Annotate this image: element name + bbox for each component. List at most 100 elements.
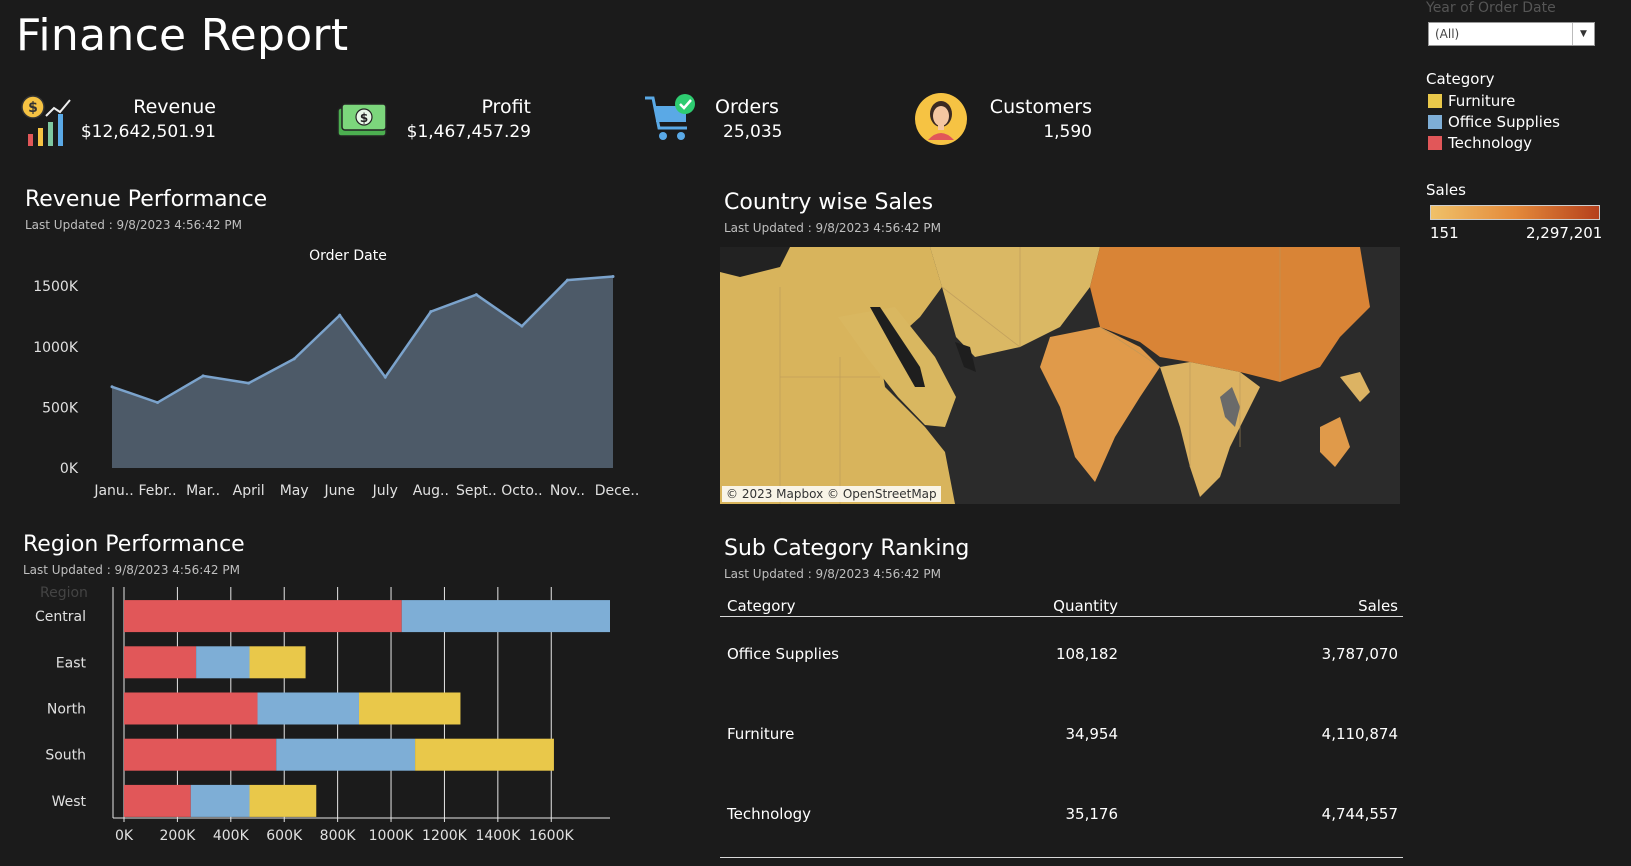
table-row[interactable]: Technology 35,176 4,744,557 — [720, 805, 1403, 829]
x-tick-label: May — [280, 483, 309, 499]
kpi-orders-value: 25,035 — [723, 122, 783, 142]
category-legend-title: Category — [1426, 70, 1495, 88]
legend-item-furniture[interactable]: Furniture — [1428, 92, 1515, 110]
kpi-customers: Customers 1,590 — [914, 92, 1092, 152]
col-header-sales[interactable]: Sales — [1280, 597, 1398, 615]
category-label: East — [56, 655, 87, 671]
x-tick-label: 400K — [213, 828, 250, 844]
y-tick-label: 0K — [60, 461, 79, 477]
y-tick-label: 1500K — [33, 279, 79, 295]
legend-item-technology[interactable]: Technology — [1428, 134, 1532, 152]
col-header-category[interactable]: Category — [727, 597, 796, 615]
region-axis-title: Region — [40, 585, 88, 601]
subcat-last-updated: Last Updated : 9/8/2023 4:56:42 PM — [724, 567, 941, 581]
bar-segment — [401, 600, 610, 633]
shopping-cart-icon — [645, 94, 695, 140]
row-category: Furniture — [727, 725, 795, 743]
map-section-title: Country wise Sales — [724, 190, 934, 215]
bar-segment — [124, 646, 197, 679]
revenue-point — [338, 313, 342, 317]
subcat-section-title: Sub Category Ranking — [724, 536, 970, 561]
revenue-point — [429, 310, 433, 314]
bar-segment — [190, 784, 250, 817]
revenue-area-fill — [112, 276, 613, 468]
revenue-point — [383, 375, 387, 379]
revenue-point — [292, 357, 296, 361]
region-bar-chart: Region 0K 200K 400K 600K 800K 1000K 1200K 1400K 1… — [35, 585, 610, 844]
table-row[interactable]: Office Supplies 108,182 3,787,070 — [720, 645, 1403, 669]
svg-text:$: $ — [360, 111, 368, 125]
x-tick-label: 1000K — [369, 828, 415, 844]
subcat-table: Category Quantity Sales Office Supplies … — [720, 595, 1403, 860]
legend-label: Office Supplies — [1448, 113, 1561, 131]
chevron-down-icon[interactable]: ▼ — [1572, 23, 1594, 45]
row-category: Technology — [727, 805, 812, 823]
category-label: North — [47, 702, 86, 718]
revenue-chart-icon: $ — [21, 95, 71, 146]
kpi-orders: Orders 25,035 — [643, 92, 783, 152]
x-tick-label: 600K — [266, 828, 303, 844]
category-label: South — [45, 748, 86, 764]
bar-segment — [249, 646, 306, 679]
area-chart-axis-title: Order Date — [309, 248, 387, 264]
bar-segment — [249, 784, 317, 817]
year-filter-value: (All) — [1435, 27, 1460, 41]
revenue-point — [247, 381, 251, 385]
kpi-revenue: $ Revenue $12,642,501.91 — [20, 92, 220, 152]
sales-legend-max: 2,297,201 — [1526, 224, 1603, 242]
office-supplies-swatch — [1428, 115, 1442, 129]
y-tick-label: 1000K — [33, 340, 79, 356]
x-tick-label: 200K — [159, 828, 196, 844]
header-divider — [720, 616, 1403, 617]
bar-segment — [124, 692, 258, 725]
revenue-last-updated: Last Updated : 9/8/2023 4:56:42 PM — [25, 218, 242, 232]
x-tick-label: Aug.. — [413, 483, 449, 499]
x-tick-label: July — [372, 483, 398, 499]
row-quantity: 35,176 — [1065, 805, 1119, 823]
bar-segment — [358, 692, 461, 725]
y-tick-label: 500K — [42, 400, 79, 416]
region-last-updated: Last Updated : 9/8/2023 4:56:42 PM — [23, 563, 240, 577]
row-category: Office Supplies — [727, 645, 840, 663]
kpi-customers-value: 1,590 — [1043, 122, 1092, 142]
x-tick-label: April — [233, 483, 265, 499]
x-tick-label: 0K — [115, 828, 134, 844]
row-sales: 4,744,557 — [1321, 805, 1398, 823]
bar-segment — [276, 738, 416, 771]
year-filter-label: Year of Order Date — [1426, 0, 1556, 16]
year-filter-select[interactable]: (All) ▼ — [1428, 22, 1595, 46]
legend-item-office-supplies[interactable]: Office Supplies — [1428, 113, 1560, 131]
table-bottom-divider — [720, 857, 1403, 858]
x-tick-label: Janu.. — [93, 483, 133, 499]
technology-swatch — [1428, 136, 1442, 150]
x-tick-label: Sept.. — [456, 483, 497, 499]
x-tick-label: 1400K — [475, 828, 521, 844]
kpi-orders-label: Orders — [715, 96, 779, 118]
kpi-profit: $ Profit $1,467,457.29 — [335, 92, 531, 152]
sales-legend-title: Sales — [1426, 181, 1466, 199]
furniture-swatch — [1428, 94, 1442, 108]
x-tick-label: June — [323, 483, 355, 499]
cash-icon: $ — [337, 103, 387, 137]
x-tick-label: Mar.. — [186, 483, 220, 499]
kpi-revenue-label: Revenue — [133, 96, 216, 118]
revenue-point — [520, 324, 524, 328]
col-header-quantity[interactable]: Quantity — [1020, 597, 1118, 615]
bar-segment — [124, 784, 191, 817]
bar-segment — [257, 692, 359, 725]
revenue-section-title: Revenue Performance — [25, 187, 268, 212]
bar-segment — [124, 738, 277, 771]
sales-legend-min: 151 — [1430, 224, 1459, 242]
revenue-point — [201, 374, 205, 378]
revenue-point — [474, 293, 478, 297]
country-sales-map[interactable]: © 2023 Mapbox © OpenStreetMap — [720, 247, 1400, 504]
table-row[interactable]: Furniture 34,954 4,110,874 — [720, 725, 1403, 749]
map-attribution: © 2023 Mapbox © OpenStreetMap — [722, 486, 941, 502]
category-label: West — [52, 794, 87, 810]
bar-segment — [196, 646, 250, 679]
row-quantity: 34,954 — [1065, 725, 1119, 743]
customer-avatar-icon — [915, 93, 967, 145]
row-sales: 3,787,070 — [1321, 645, 1398, 663]
map-graphic — [720, 247, 1400, 504]
x-tick-label: 800K — [320, 828, 357, 844]
